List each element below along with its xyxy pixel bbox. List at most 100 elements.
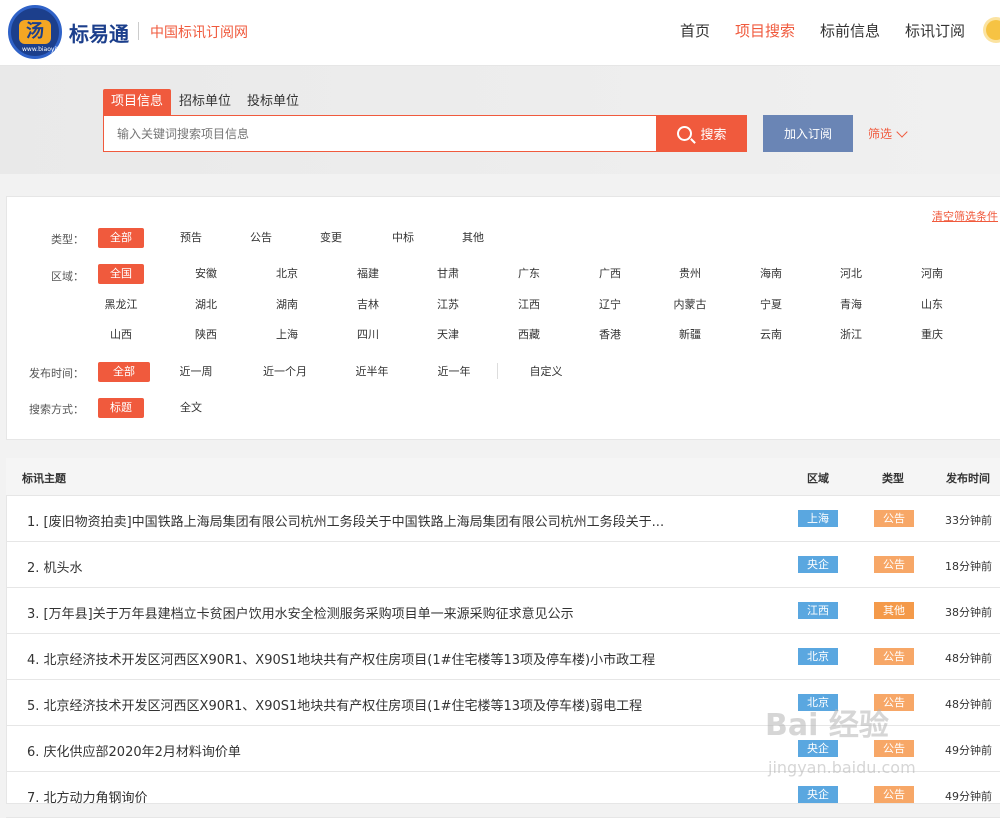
region-filter-option[interactable]: 上海: [264, 325, 310, 345]
row-title-link[interactable]: 7. 北方动力角钢询价: [27, 787, 787, 806]
region-badge: 北京: [798, 648, 838, 665]
sun-icon[interactable]: [986, 20, 1000, 40]
tab-project-info[interactable]: 项目信息: [103, 89, 172, 115]
region-filter-option[interactable]: 青海: [828, 295, 874, 315]
watermark-url: jingyan.baidu.com: [768, 758, 916, 777]
search-mode-label: 搜索方式：: [29, 403, 84, 416]
nav-home[interactable]: 首页: [680, 20, 710, 41]
region-filter-option[interactable]: 宁夏: [748, 295, 794, 315]
publish-time: 48分钟前: [945, 652, 992, 665]
region-badge: 上海: [798, 510, 838, 527]
logo-url: www.biaoyitong.cn: [22, 46, 79, 53]
filter-toggle[interactable]: 筛选: [868, 125, 908, 142]
search-mode-option[interactable]: 标题: [98, 398, 144, 418]
type-badge: 公告: [874, 648, 914, 665]
publish-time: 49分钟前: [945, 790, 992, 803]
header-region: 区域: [807, 472, 829, 485]
nav-pre-bid-info[interactable]: 标前信息: [820, 20, 880, 41]
tab-bidder[interactable]: 投标单位: [239, 89, 307, 115]
region-filter-option[interactable]: 广西: [587, 264, 633, 284]
nav-subscribe[interactable]: 标讯订阅: [905, 20, 965, 41]
region-filter-option[interactable]: 黑龙江: [98, 295, 144, 315]
search-mode-option[interactable]: 全文: [168, 398, 214, 418]
region-filter-option[interactable]: 北京: [264, 264, 310, 284]
filter-toggle-label: 筛选: [868, 127, 893, 141]
region-filter-option[interactable]: 江西: [506, 295, 552, 315]
region-filter-option[interactable]: 天津: [425, 325, 471, 345]
row-title-link[interactable]: 3. [万年县]关于万年县建档立卡贫困户饮用水安全检测服务采购项目单一来源采购征…: [27, 603, 787, 622]
search-input[interactable]: [103, 115, 657, 152]
region-filter-option[interactable]: 山东: [909, 295, 955, 315]
region-filter-option[interactable]: 浙江: [828, 325, 874, 345]
type-badge: 其他: [874, 602, 914, 619]
region-filter-option[interactable]: 云南: [748, 325, 794, 345]
search-button-label: 搜索: [700, 127, 727, 142]
type-filter-option[interactable]: 变更: [308, 228, 354, 248]
region-filter-option[interactable]: 河南: [909, 264, 955, 284]
publish-time: 38分钟前: [945, 606, 992, 619]
time-filter-option[interactable]: 近一周: [170, 362, 222, 382]
brand-divider: [138, 22, 139, 40]
region-badge: 江西: [798, 602, 838, 619]
clear-filters-link[interactable]: 清空筛选条件: [932, 208, 998, 224]
type-filter-option[interactable]: 其他: [450, 228, 496, 248]
region-filter-option[interactable]: 重庆: [909, 325, 955, 345]
region-filter-label: 区域：: [51, 270, 84, 283]
site-logo[interactable]: 汤 www.biaoyitong.cn: [8, 5, 79, 59]
region-filter-option[interactable]: 西藏: [506, 325, 552, 345]
region-filter-option[interactable]: 陕西: [183, 325, 229, 345]
add-subscription-button[interactable]: 加入订阅: [763, 115, 853, 152]
region-filter-option[interactable]: 江苏: [425, 295, 471, 315]
region-filter-option[interactable]: 安徽: [183, 264, 229, 284]
row-title-link[interactable]: 6. 庆化供应部2020年2月材料询价单: [27, 741, 787, 760]
region-filter-option[interactable]: 山西: [98, 325, 144, 345]
search-tabs: 项目信息 招标单位 投标单位: [103, 89, 307, 115]
region-filter-option[interactable]: 四川: [345, 325, 391, 345]
region-filter-option[interactable]: 湖北: [183, 295, 229, 315]
type-filter-option[interactable]: 中标: [380, 228, 426, 248]
type-filter-option[interactable]: 全部: [98, 228, 144, 248]
time-filter-option[interactable]: 近一个月: [254, 362, 316, 382]
row-title-link[interactable]: 1. [废旧物资拍卖]中国铁路上海局集团有限公司杭州工务段关于中国铁路上海局集团…: [27, 511, 787, 530]
publish-time: 49分钟前: [945, 744, 992, 757]
type-badge: 公告: [874, 786, 914, 803]
region-filter-option[interactable]: 甘肃: [425, 264, 471, 284]
row-title-link[interactable]: 5. 北京经济技术开发区河西区X90R1、X90S1地块共有产权住房项目(1#住…: [27, 695, 787, 714]
row-title-link[interactable]: 4. 北京经济技术开发区河西区X90R1、X90S1地块共有产权住房项目(1#住…: [27, 649, 787, 668]
time-filter-label: 发布时间：: [29, 367, 84, 380]
type-filter-option[interactable]: 预告: [168, 228, 214, 248]
region-filter-option[interactable]: 湖南: [264, 295, 310, 315]
publish-time: 48分钟前: [945, 698, 992, 711]
search-button[interactable]: 搜索: [657, 115, 747, 152]
type-filter-option[interactable]: 公告: [238, 228, 284, 248]
type-filter-label: 类型：: [51, 233, 84, 246]
region-filter-option[interactable]: 贵州: [667, 264, 713, 284]
header-title: 标讯主题: [22, 472, 66, 485]
watermark-logo: Bai 经验: [765, 708, 889, 743]
logo-mark: 汤: [19, 20, 51, 44]
time-filter-option[interactable]: 自定义: [520, 362, 572, 382]
region-filter-option[interactable]: 香港: [587, 325, 633, 345]
time-filter-option[interactable]: 近半年: [346, 362, 398, 382]
type-badge: 公告: [874, 510, 914, 527]
region-filter-option[interactable]: 福建: [345, 264, 391, 284]
type-badge: 公告: [874, 556, 914, 573]
row-title-link[interactable]: 2. 机头水: [27, 557, 787, 576]
header-type: 类型: [882, 472, 904, 485]
region-filter-option[interactable]: 辽宁: [587, 295, 633, 315]
region-filter-option[interactable]: 新疆: [667, 325, 713, 345]
brand-name[interactable]: 标易通: [69, 18, 129, 47]
region-filter-option[interactable]: 海南: [748, 264, 794, 284]
table-header: [6, 458, 1000, 496]
time-filter-option[interactable]: 近一年: [428, 362, 480, 382]
region-badge: 央企: [798, 786, 838, 803]
nav-project-search[interactable]: 项目搜索: [735, 20, 795, 41]
region-filter-option[interactable]: 吉林: [345, 295, 391, 315]
region-filter-option[interactable]: 全国: [98, 264, 144, 284]
region-filter-option[interactable]: 内蒙古: [667, 295, 713, 315]
tab-tenderer[interactable]: 招标单位: [171, 89, 239, 115]
region-filter-option[interactable]: 广东: [506, 264, 552, 284]
search-icon: [677, 126, 693, 141]
region-filter-option[interactable]: 河北: [828, 264, 874, 284]
time-filter-option[interactable]: 全部: [98, 362, 150, 382]
